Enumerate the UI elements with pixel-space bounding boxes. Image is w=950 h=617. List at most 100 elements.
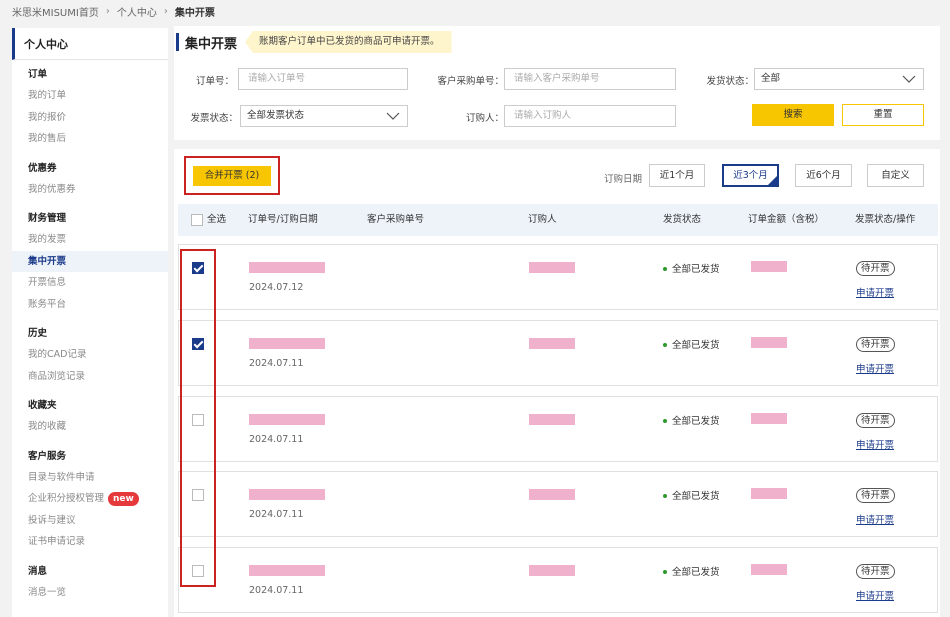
- table-row: 2024.07.11 全部已发货 待开票 申请开票: [178, 320, 938, 386]
- col-buyer: 订购人: [528, 214, 557, 225]
- invoice-status-select[interactable]: 全部发票状态: [240, 105, 408, 127]
- buyer-input[interactable]: 请输入订购人: [504, 105, 676, 127]
- sidebar-item-points-authorization[interactable]: 企业积分授权管理 new: [12, 488, 168, 510]
- order-date: 2024.07.11: [249, 585, 304, 596]
- ship-status-select[interactable]: 全部: [754, 68, 924, 90]
- customer-po-label: 客户采购单号：: [437, 76, 504, 87]
- sidebar-item-my-favorites[interactable]: 我的收藏: [12, 416, 168, 438]
- merge-invoice-button[interactable]: 合并开票 (2): [193, 166, 271, 186]
- notice-banner: 账期客户订单中已发货的商品可申请开票。: [245, 31, 452, 53]
- redacted-amount: [751, 564, 787, 575]
- apply-invoice-link[interactable]: 申请开票: [856, 285, 894, 299]
- sidebar-item-my-quotes[interactable]: 我的报价: [12, 107, 168, 129]
- filter-panel: 集中开票 账期客户订单中已发货的商品可申请开票。 订单号： 请输入订单号 客户采…: [174, 26, 940, 140]
- page-header: 集中开票 账期客户订单中已发货的商品可申请开票。: [176, 31, 452, 53]
- ship-status: 全部已发货: [663, 413, 720, 427]
- sidebar-item-cad-history[interactable]: 我的CAD记录: [12, 344, 168, 366]
- table-header: 全选 订单号/订购日期 客户采购单号 订购人 发货状态 订单金额（含税） 发票状…: [178, 204, 938, 236]
- order-date: 2024.07.11: [249, 509, 304, 520]
- order-no-label: 订单号：: [195, 76, 234, 87]
- title-accent-bar: [176, 33, 179, 51]
- redacted-amount: [751, 488, 787, 499]
- redacted-buyer: [529, 414, 575, 425]
- sidebar-section-favorites: 收藏夹: [28, 400, 57, 411]
- sidebar-item-complaints[interactable]: 投诉与建议: [12, 510, 168, 532]
- redacted-amount: [751, 261, 787, 272]
- redacted-order-no: [249, 414, 325, 425]
- redacted-order-no: [249, 338, 325, 349]
- apply-invoice-link[interactable]: 申请开票: [856, 588, 894, 602]
- sidebar-section-history: 历史: [28, 328, 48, 339]
- table-row: 2024.07.11 全部已发货 待开票 申请开票: [178, 547, 938, 613]
- col-invoice-status: 发票状态/操作: [855, 214, 916, 225]
- redacted-amount: [751, 337, 787, 348]
- invoice-status-badge: 待开票: [856, 413, 895, 428]
- col-customer-po: 客户采购单号: [367, 214, 425, 225]
- redacted-amount: [751, 413, 787, 424]
- ship-status: 全部已发货: [663, 564, 720, 578]
- chevron-right-icon: ›: [163, 5, 168, 17]
- chevron-down-icon: [902, 75, 916, 83]
- apply-invoice-link[interactable]: 申请开票: [856, 512, 894, 526]
- ship-status-text: 全部已发货: [672, 567, 720, 578]
- sidebar-section-messages: 消息: [28, 565, 48, 577]
- status-dot-icon: [663, 569, 667, 574]
- table-row: 2024.07.11 全部已发货 待开票 申请开票: [178, 471, 938, 537]
- sidebar-item-message-list[interactable]: 消息一览: [12, 582, 168, 604]
- col-amount: 订单金额（含税）: [748, 214, 825, 225]
- ship-status-text: 全部已发货: [672, 491, 720, 502]
- sidebar-item-billing-platform[interactable]: 账务平台: [12, 294, 168, 316]
- range-custom-button[interactable]: 自定义: [867, 164, 924, 187]
- sidebar-item-bulk-invoice[interactable]: 集中开票: [12, 250, 168, 272]
- select-all-label: 全选: [207, 214, 227, 225]
- redacted-order-no: [249, 489, 325, 500]
- range-1-month-button[interactable]: 近1个月: [649, 164, 705, 187]
- sidebar-section-customer-service: 客户服务: [28, 450, 67, 462]
- order-no-input[interactable]: 请输入订单号: [238, 68, 408, 90]
- range-6-months-button[interactable]: 近6个月: [795, 164, 852, 187]
- merge-highlight-box: 合并开票 (2): [184, 156, 280, 195]
- range-3-months-button[interactable]: 近3个月: [722, 164, 779, 187]
- sidebar-title: 个人中心: [12, 28, 168, 60]
- sidebar: 个人中心 订单 我的订单 我的报价 我的售后 优惠券 我的优惠券 财务管理 我的…: [12, 28, 168, 617]
- sidebar-item-certificate-requests[interactable]: 证书申请记录: [12, 531, 168, 553]
- search-button[interactable]: 搜索: [752, 104, 834, 126]
- sidebar-item-invoice-info[interactable]: 开票信息: [12, 272, 168, 294]
- sidebar-item-my-invoices[interactable]: 我的发票: [12, 229, 168, 251]
- range-3-months-label: 近3个月: [733, 170, 768, 181]
- redacted-buyer: [529, 489, 575, 500]
- status-dot-icon: [663, 493, 667, 498]
- apply-invoice-link[interactable]: 申请开票: [856, 437, 894, 451]
- col-ship-status: 发货状态: [663, 214, 702, 225]
- sidebar-item-after-sales[interactable]: 我的售后: [12, 128, 168, 150]
- buyer-label: 订购人：: [465, 113, 504, 124]
- invoice-status-badge: 待开票: [856, 564, 895, 579]
- breadcrumb-current: 集中开票: [174, 7, 215, 19]
- checkbox-highlight-box: [180, 249, 216, 587]
- breadcrumb-home[interactable]: 米思米MISUMI首页: [12, 4, 99, 19]
- order-date-label: 订购日期: [604, 174, 643, 185]
- invoice-status-value: 全部发票状态: [247, 110, 305, 121]
- sidebar-item-my-orders[interactable]: 我的订单: [12, 85, 168, 107]
- select-all-checkbox[interactable]: [191, 214, 203, 226]
- order-date: 2024.07.12: [249, 282, 304, 293]
- sidebar-item-browse-history[interactable]: 商品浏览记录: [12, 366, 168, 388]
- customer-po-input[interactable]: 请输入客户采购单号: [504, 68, 676, 90]
- results-panel: 合并开票 (2) 订购日期 近1个月 近3个月 近6个月 自定义 全选 订单号/…: [174, 149, 940, 617]
- new-badge: new: [108, 491, 139, 506]
- selected-corner-icon: [768, 176, 777, 185]
- breadcrumb-personal-center[interactable]: 个人中心: [117, 4, 157, 19]
- status-dot-icon: [663, 266, 667, 271]
- apply-invoice-link[interactable]: 申请开票: [856, 361, 894, 375]
- ship-status: 全部已发货: [663, 337, 720, 351]
- invoice-status-label: 发票状态：: [190, 113, 238, 124]
- ship-status-value: 全部: [761, 73, 781, 84]
- sidebar-item-label: 企业积分授权管理: [28, 493, 105, 504]
- invoice-status-badge: 待开票: [856, 261, 895, 276]
- sidebar-section-coupons: 优惠券: [28, 162, 57, 174]
- ship-status-label: 发货状态：: [706, 76, 754, 87]
- sidebar-item-my-coupons[interactable]: 我的优惠券: [12, 179, 168, 201]
- sidebar-item-catalog-request[interactable]: 目录与软件申请: [12, 467, 168, 489]
- reset-button[interactable]: 重置: [842, 104, 924, 126]
- status-dot-icon: [663, 418, 667, 423]
